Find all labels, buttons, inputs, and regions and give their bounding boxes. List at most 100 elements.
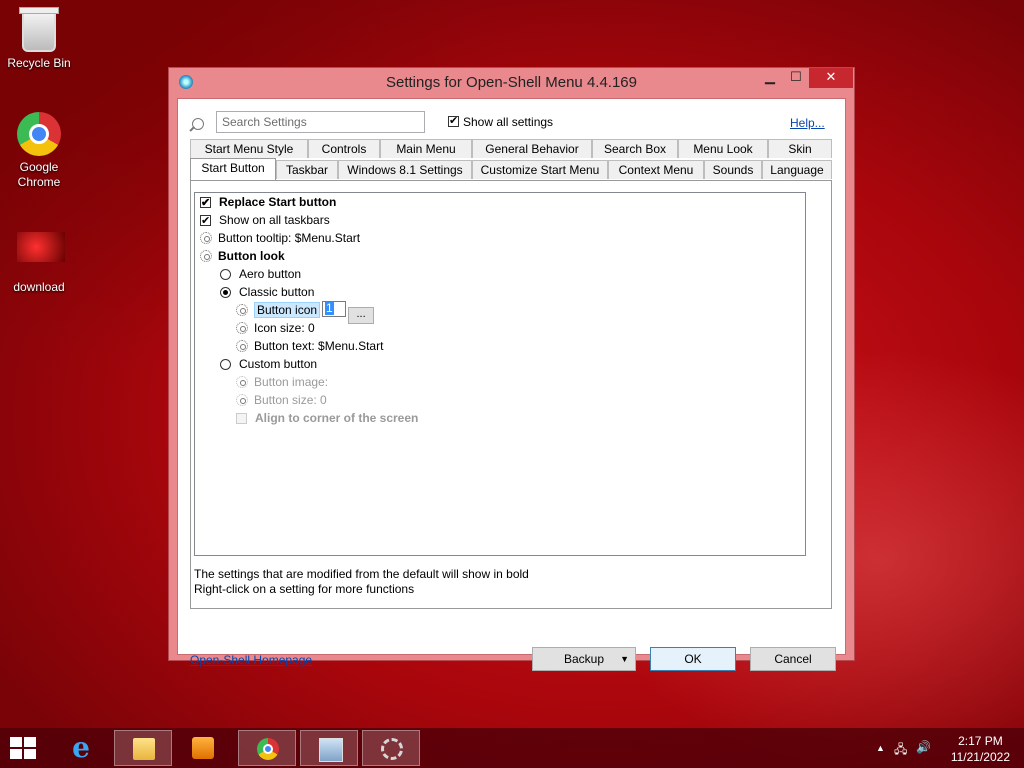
radio-unselected[interactable] xyxy=(220,269,231,280)
close-button[interactable]: ✕ xyxy=(809,68,853,88)
tab-skin[interactable]: Skin xyxy=(768,139,832,158)
setting-label: Button text: $Menu.Start xyxy=(254,339,384,353)
dialog-client-area: Show all settings Help... Start Menu Sty… xyxy=(177,98,846,671)
setting-button-text[interactable]: Button text: $Menu.Start xyxy=(236,337,383,355)
setting-label: Button tooltip: $Menu.Start xyxy=(218,231,361,245)
gear-icon xyxy=(236,340,248,352)
tab-language[interactable]: Language xyxy=(762,160,832,179)
radio-selected[interactable] xyxy=(220,287,231,298)
desktop-icon-label: Recycle Bin xyxy=(7,56,71,70)
taskbar-settings[interactable] xyxy=(362,730,420,766)
clock-date: 11/21/2022 xyxy=(950,750,1010,764)
tab-windows-81-settings[interactable]: Windows 8.1 Settings xyxy=(338,160,472,179)
clock-time: 2:17 PM xyxy=(958,734,1003,748)
setting-button-icon[interactable]: Button icon 1... xyxy=(236,301,375,324)
radio-unselected[interactable] xyxy=(220,359,231,370)
tab-start-menu-style[interactable]: Start Menu Style xyxy=(190,139,308,158)
gear-icon xyxy=(236,304,248,316)
title-bar[interactable]: Settings for Open-Shell Menu 4.4.169 ▁ ☐… xyxy=(169,68,854,98)
setting-button-look[interactable]: Button look xyxy=(200,247,285,265)
open-shell-homepage-link[interactable]: Open-Shell Homepage xyxy=(190,653,312,667)
setting-aero-button[interactable]: Aero button xyxy=(220,265,301,283)
tab-general-behavior[interactable]: General Behavior xyxy=(472,139,592,158)
checkbox-checked[interactable] xyxy=(200,212,211,230)
setting-icon-size[interactable]: Icon size: 0 xyxy=(236,319,315,337)
volume-icon[interactable]: 🔊 xyxy=(916,740,931,754)
search-input[interactable] xyxy=(216,111,425,133)
clock[interactable]: 2:17 PM 11/21/2022 xyxy=(951,733,1010,765)
setting-custom-button[interactable]: Custom button xyxy=(220,355,317,373)
setting-show-on-all-taskbars[interactable]: Show on all taskbars xyxy=(200,211,330,230)
show-all-settings-checkbox[interactable] xyxy=(448,114,459,127)
cancel-button[interactable]: Cancel xyxy=(750,647,836,671)
setting-label: Icon size: 0 xyxy=(254,321,315,335)
desktop-icon-download[interactable]: download xyxy=(1,224,77,294)
setting-label: Replace Start button xyxy=(219,195,337,209)
tab-start-button[interactable]: Start Button xyxy=(190,158,276,180)
setting-label: Button image: xyxy=(254,375,329,389)
help-link[interactable]: Help... xyxy=(790,116,825,130)
tab-sounds[interactable]: Sounds xyxy=(704,160,762,179)
setting-button-image: Button image: xyxy=(236,373,328,391)
backup-label: Backup xyxy=(563,652,605,666)
setting-replace-start-button[interactable]: Replace Start button xyxy=(200,193,337,212)
chrome-icon xyxy=(17,112,61,156)
system-tray: ▲ 🖧 🔊 2:17 PM 11/21/2022 xyxy=(864,728,1024,768)
settings-tree[interactable]: Replace Start button Show on all taskbar… xyxy=(194,192,806,556)
setting-label: Show on all taskbars xyxy=(219,213,330,227)
browse-button[interactable]: ... xyxy=(348,307,375,324)
desktop-icon-google-chrome[interactable]: Google Chrome xyxy=(1,112,77,190)
setting-label: Button icon xyxy=(254,302,321,318)
tab-search-box[interactable]: Search Box xyxy=(592,139,678,158)
network-icon[interactable]: 🖧 xyxy=(894,740,907,761)
setting-label: Custom button xyxy=(239,357,318,371)
taskbar-media-player[interactable] xyxy=(174,730,232,766)
desktop-icon-label: Google Chrome xyxy=(17,160,61,189)
setting-button-size: Button size: 0 xyxy=(236,391,327,409)
button-icon-value: 1 xyxy=(325,301,334,315)
media-player-icon xyxy=(192,737,214,759)
setting-label: Button look xyxy=(218,249,285,263)
system-monitor-icon xyxy=(319,738,343,762)
window-title: Settings for Open-Shell Menu 4.4.169 xyxy=(386,74,637,91)
tab-main-menu[interactable]: Main Menu xyxy=(380,139,472,158)
tab-taskbar[interactable]: Taskbar xyxy=(276,160,338,179)
internet-explorer-icon: e xyxy=(72,731,90,764)
gear-icon xyxy=(236,376,248,388)
show-hidden-icons-icon[interactable]: ▲ xyxy=(876,743,885,753)
chrome-icon xyxy=(257,738,279,760)
setting-label: Aero button xyxy=(239,267,302,281)
setting-align-to-corner: Align to corner of the screen xyxy=(236,409,418,427)
start-button[interactable] xyxy=(10,737,38,759)
setting-label: Button size: 0 xyxy=(254,393,327,407)
checkbox-checked[interactable] xyxy=(200,194,211,212)
setting-button-tooltip[interactable]: Button tooltip: $Menu.Start xyxy=(200,229,360,247)
taskbar-internet-explorer[interactable]: e xyxy=(52,730,110,766)
button-icon-edit-field[interactable]: 1 xyxy=(322,301,347,317)
folder-icon xyxy=(133,738,155,760)
taskbar-system-monitor[interactable] xyxy=(300,730,358,766)
setting-label: Classic button xyxy=(239,285,315,299)
gear-icon xyxy=(236,322,248,334)
backup-button[interactable]: Backup ▼ xyxy=(532,647,636,671)
setting-label: Align to corner of the screen xyxy=(255,411,419,425)
show-all-settings-label: Show all settings xyxy=(463,115,554,129)
dropdown-arrow-icon: ▼ xyxy=(620,654,629,664)
tab-controls[interactable]: Controls xyxy=(308,139,380,158)
image-file-icon xyxy=(17,232,65,276)
taskbar-file-explorer[interactable] xyxy=(114,730,172,766)
taskbar: e ▲ 🖧 🔊 2:17 PM 11/21/2022 xyxy=(0,728,1024,768)
tab-context-menu[interactable]: Context Menu xyxy=(608,160,704,179)
gear-icon xyxy=(236,394,248,406)
minimize-button[interactable]: ▁ xyxy=(757,68,783,88)
settings-window: Settings for Open-Shell Menu 4.4.169 ▁ ☐… xyxy=(168,67,855,671)
maximize-button[interactable]: ☐ xyxy=(783,68,809,88)
setting-classic-button[interactable]: Classic button xyxy=(220,283,314,301)
gear-icon xyxy=(381,738,403,760)
ok-button[interactable]: OK xyxy=(650,647,736,671)
tab-menu-look[interactable]: Menu Look xyxy=(678,139,768,158)
desktop-icon-recycle-bin[interactable]: Recycle Bin xyxy=(1,7,77,70)
checkbox-disabled xyxy=(236,413,247,424)
taskbar-google-chrome[interactable] xyxy=(238,730,296,766)
tab-customize-start-menu[interactable]: Customize Start Menu xyxy=(472,160,608,179)
